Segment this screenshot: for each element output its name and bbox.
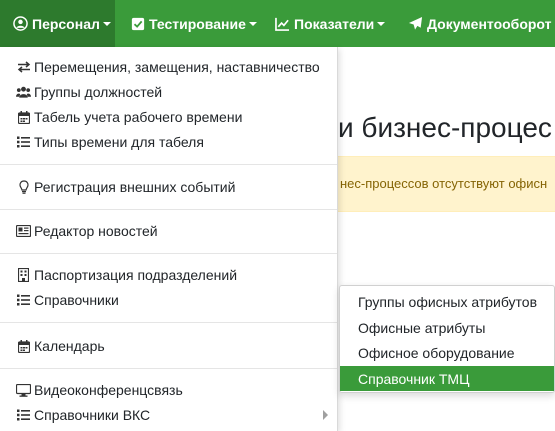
submenu-item-office-attributes[interactable]: Офисные атрибуты [340,315,554,340]
menu-item-label: Перемещения, замещения, наставничество [34,59,320,75]
building-icon [16,268,31,282]
top-navbar: Персонал Тестирование Показатели Докумен… [0,0,555,47]
newspaper-icon [16,224,31,238]
submenu-item-office-attribute-groups[interactable]: Группы офисных атрибутов [340,289,554,314]
menu-divider [0,209,337,210]
alert-text: нес-процессов отсутствуют офисн [340,176,548,191]
list-icon [16,135,31,149]
submenu-item-label: Справочник ТМЦ [358,370,470,387]
menu-item-label: Календарь [34,338,105,354]
nav-documents-label: Документооборот [427,15,552,32]
personnel-dropdown-menu: Перемещения, замещения, наставничество Г… [0,47,338,431]
menu-item-label: Видеоконференцсвязь [34,382,183,398]
nav-testing[interactable]: Тестирование [130,0,257,47]
nav-documents[interactable]: Документооборот [408,0,555,47]
nav-indicators-label: Показатели [294,15,375,32]
nav-personnel[interactable]: Персонал [0,0,115,47]
chevron-right-icon [323,410,328,420]
menu-item-label: Редактор новостей [34,223,158,239]
lightbulb-icon [16,180,31,194]
menu-divider [0,368,337,369]
menu-item-position-groups[interactable]: Группы должностей [0,80,337,104]
caret-down-icon [377,21,386,26]
menu-item-time-types[interactable]: Типы времени для табеля [0,130,337,154]
menu-item-label: Типы времени для табеля [34,134,204,150]
list-icon [16,293,31,307]
menu-divider [0,322,337,323]
submenu-item-label: Группы офисных атрибутов [358,293,538,310]
menu-item-label: Табель учета рабочего времени [34,109,243,125]
submenu-item-office-equipment[interactable]: Офисное оборудование [340,340,554,365]
menu-item-timesheet[interactable]: Табель учета рабочего времени [0,105,337,129]
submenu-item-inventory-directory[interactable]: Справочник ТМЦ [340,366,554,391]
calendar-icon [16,110,31,124]
menu-item-unit-certification[interactable]: Паспортизация подразделений [0,263,337,287]
menu-item-videoconference[interactable]: Видеоконференцсвязь [0,378,337,402]
menu-item-transfers[interactable]: Перемещения, замещения, наставничество [0,55,337,79]
menu-item-directories[interactable]: Справочники [0,288,337,312]
list-icon [16,408,31,422]
menu-item-label: Паспортизация подразделений [34,267,238,283]
menu-divider [0,164,337,165]
caret-down-icon [248,21,257,26]
submenu-item-label: Офисные атрибуты [358,319,486,336]
user-circle-icon [13,16,28,31]
users-icon [16,85,31,99]
warning-alert: нес-процессов отсутствуют офисн [338,156,555,212]
menu-item-calendar[interactable]: Календарь [0,334,337,358]
menu-item-vcs-directories[interactable]: Справочники ВКС [0,403,337,427]
submenu-item-label: Офисное оборудование [358,344,515,361]
calendar-icon [16,339,31,353]
line-chart-icon [275,16,290,31]
nav-testing-label: Тестирование [149,15,246,32]
checkbox-icon [130,16,145,31]
menu-item-label: Регистрация внешних событий [34,179,236,195]
page-title: и бизнес-процес [338,112,552,143]
paper-plane-icon [408,16,423,31]
exchange-icon [16,60,31,74]
menu-item-external-events[interactable]: Регистрация внешних событий [0,175,337,199]
menu-item-label: Справочники ВКС [34,407,151,423]
menu-divider [0,253,337,254]
desktop-icon [16,383,31,397]
nav-indicators[interactable]: Показатели [275,0,386,47]
menu-item-news-editor[interactable]: Редактор новостей [0,219,337,243]
menu-item-label: Группы должностей [34,84,163,100]
directories-submenu: Группы офисных атрибутов Офисные атрибут… [339,285,555,393]
caret-down-icon [102,21,111,26]
nav-personnel-label: Персонал [32,15,100,32]
menu-item-label: Справочники [34,292,119,308]
